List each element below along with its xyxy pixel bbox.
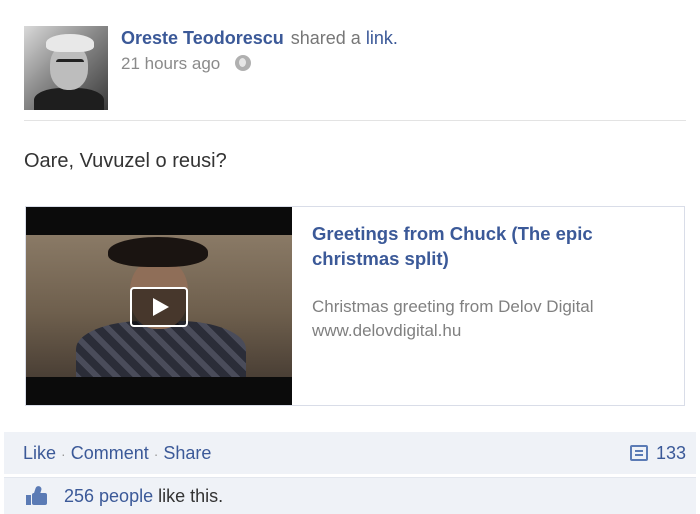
author-name-link[interactable]: Oreste Teodorescu bbox=[121, 28, 284, 48]
post-message: Oare, Vuvuzel o reusi? bbox=[24, 150, 227, 172]
separator-dot: · bbox=[61, 446, 66, 462]
post-actions-bar: Like · Comment · Share 133 bbox=[4, 432, 696, 474]
attachment-description: Christmas greeting from Delov Digital bbox=[312, 297, 594, 316]
share-count[interactable]: 133 bbox=[629, 443, 686, 464]
author-avatar[interactable] bbox=[24, 26, 108, 110]
globe-icon[interactable] bbox=[234, 55, 251, 71]
video-figure-body bbox=[76, 321, 246, 377]
shared-text: shared a link. bbox=[291, 28, 398, 48]
video-thumbnail[interactable] bbox=[26, 207, 292, 405]
post-header: Oreste Teodorescu shared a link. 21 hour… bbox=[24, 26, 694, 112]
likes-people-link[interactable]: 256 people bbox=[64, 486, 153, 506]
separator-dot: · bbox=[153, 446, 159, 462]
thumbs-up-icon bbox=[26, 485, 48, 506]
comment-link[interactable]: Comment bbox=[71, 443, 149, 463]
author-line: Oreste Teodorescu shared a link. bbox=[121, 28, 398, 49]
header-divider bbox=[24, 120, 686, 121]
like-link[interactable]: Like bbox=[23, 443, 56, 463]
shared-link-word[interactable]: link. bbox=[366, 28, 398, 48]
avatar-glasses bbox=[56, 59, 84, 68]
likes-bar: 256 people like this. bbox=[4, 477, 696, 514]
share-count-value: 133 bbox=[655, 443, 686, 463]
share-count-icon bbox=[629, 445, 648, 461]
action-links: Like · Comment · Share bbox=[23, 443, 211, 464]
post-meta: 21 hours ago bbox=[121, 54, 251, 74]
thumb-cuff bbox=[26, 495, 31, 505]
attachment-url: www.delovdigital.hu bbox=[312, 321, 462, 340]
likes-summary: 256 people like this. bbox=[64, 486, 223, 507]
avatar-cap bbox=[46, 34, 94, 52]
attachment-title[interactable]: Greetings from Chuck (The epic christmas… bbox=[312, 221, 672, 271]
attachment-description-block: Christmas greeting from Delov Digital ww… bbox=[312, 295, 672, 343]
shared-prefix: shared a bbox=[290, 28, 361, 48]
likes-suffix: like this. bbox=[158, 486, 224, 506]
post-timestamp[interactable]: 21 hours ago bbox=[121, 54, 220, 73]
share-link[interactable]: Share bbox=[163, 443, 211, 463]
play-icon[interactable] bbox=[130, 287, 188, 327]
link-attachment[interactable]: Greetings from Chuck (The epic christmas… bbox=[25, 206, 685, 406]
avatar-shirt bbox=[34, 88, 104, 110]
video-figure-hat bbox=[108, 237, 208, 267]
